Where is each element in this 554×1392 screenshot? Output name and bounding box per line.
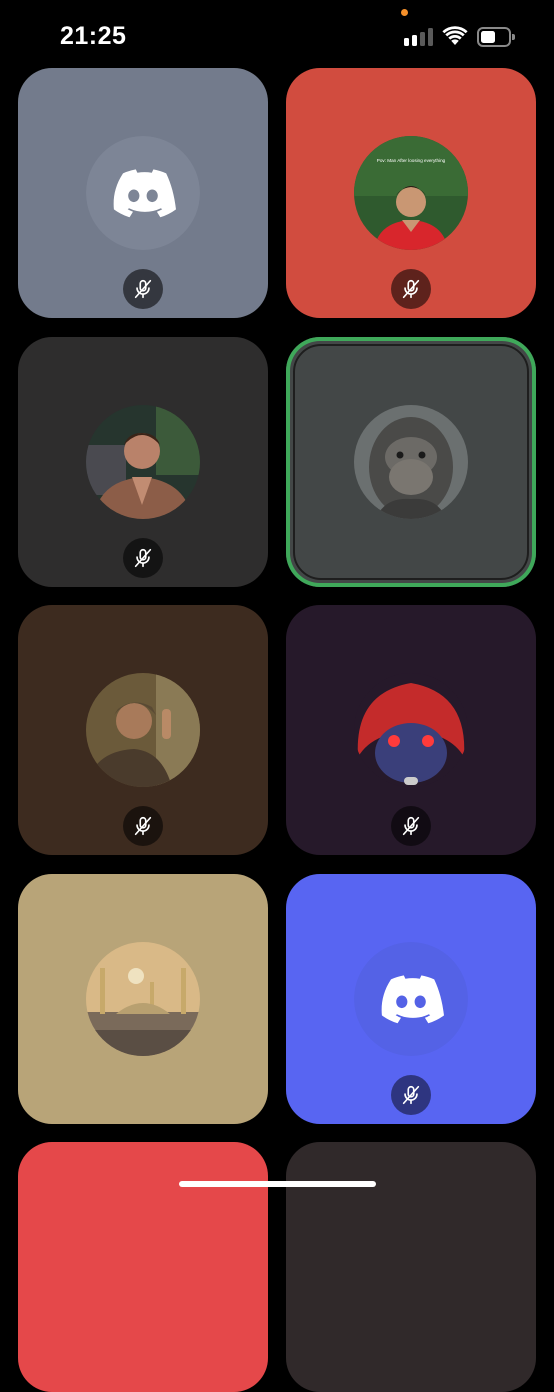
discord-default-avatar-icon: [86, 136, 200, 250]
participant-tile[interactable]: [286, 605, 536, 855]
wifi-icon: [442, 26, 468, 46]
participant-tile[interactable]: [18, 605, 268, 855]
participant-tile[interactable]: [18, 68, 268, 318]
user-avatar: [86, 405, 200, 519]
participant-tile-speaking[interactable]: [286, 337, 536, 587]
battery-icon: [477, 27, 515, 47]
home-indicator[interactable]: [179, 1181, 376, 1187]
muted-mic-icon: [391, 1075, 431, 1115]
muted-mic-icon: [123, 538, 163, 578]
discord-default-avatar-icon: [354, 942, 468, 1056]
muted-mic-icon: [123, 806, 163, 846]
muted-mic-icon: [391, 806, 431, 846]
privacy-indicator-dot: [401, 9, 408, 16]
avatar-caption: Pov: Man After loosing everything: [377, 158, 446, 163]
participant-tile[interactable]: [286, 874, 536, 1124]
cellular-signal-icon: [404, 28, 434, 46]
status-time: 21:25: [60, 22, 127, 50]
muted-mic-icon: [391, 269, 431, 309]
user-avatar: [86, 942, 200, 1056]
muted-mic-icon: [123, 269, 163, 309]
participant-tile[interactable]: Pov: Man After loosing everything: [286, 68, 536, 318]
user-avatar: [354, 673, 468, 787]
user-avatar: [354, 405, 468, 519]
participant-tile[interactable]: [18, 337, 268, 587]
participant-tile[interactable]: [18, 874, 268, 1124]
participant-tile[interactable]: [18, 1142, 268, 1392]
status-bar: 21:25: [0, 0, 554, 66]
user-avatar: Pov: Man After loosing everything: [354, 136, 468, 250]
user-avatar: [86, 673, 200, 787]
participant-tile[interactable]: [286, 1142, 536, 1392]
